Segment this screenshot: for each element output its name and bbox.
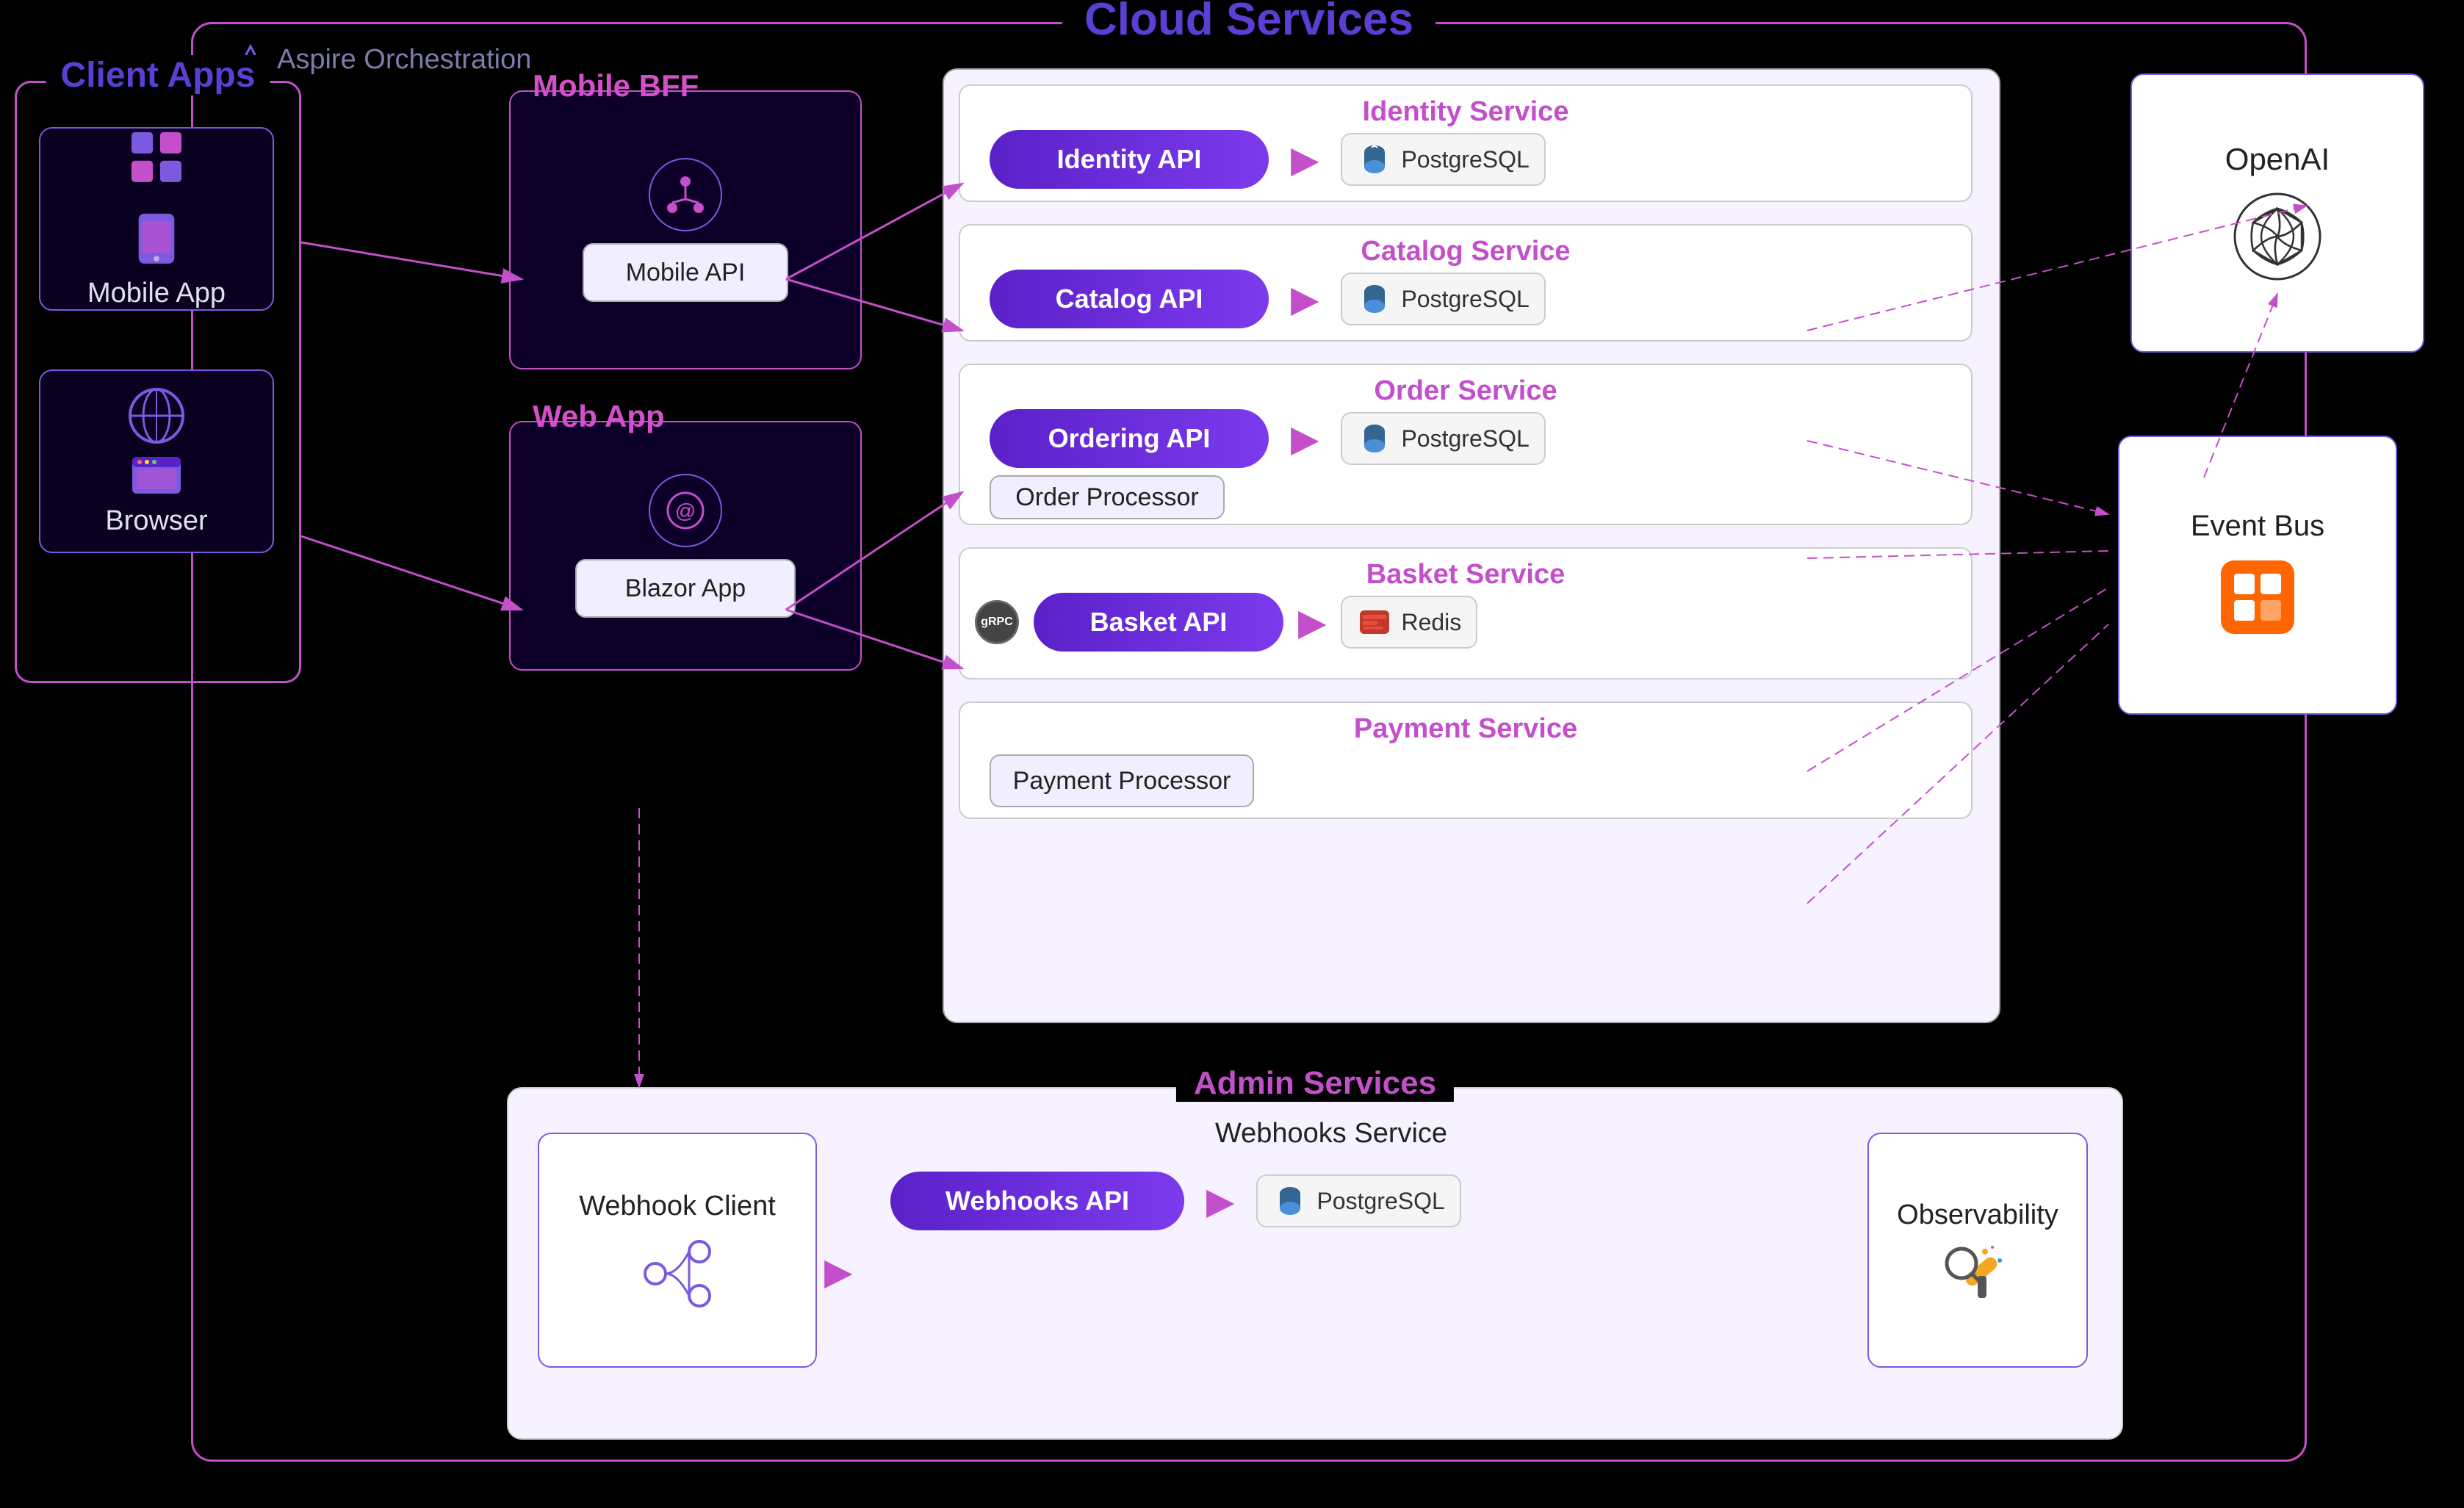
admin-services-title: Admin Services	[1176, 1065, 1454, 1102]
order-processor-box: Order Processor	[990, 475, 1225, 519]
browser-window-icon	[131, 455, 182, 495]
services-panel: Identity Service Identity API ▶ Postgr	[943, 68, 2000, 1023]
postgresql-icon	[1357, 142, 1392, 177]
identity-service-group: Identity Service Identity API ▶ Postgr	[959, 84, 1973, 202]
ordering-api-pill: Ordering API	[990, 409, 1269, 468]
webhooks-pg-badge: PostgreSQL	[1256, 1175, 1460, 1227]
rabbitmq-icon	[2213, 553, 2302, 641]
redis-icon	[1357, 605, 1392, 640]
browser-card: Browser	[39, 369, 274, 553]
web-app-title: Web App	[533, 399, 665, 434]
mobile-bff-box: Mobile BFF Mobile API	[509, 90, 862, 369]
client-apps-box: Client Apps Mobile App	[15, 81, 301, 683]
catalog-service-title: Catalog Service	[960, 226, 1971, 267]
observability-label: Observability	[1897, 1199, 2058, 1231]
arrow-order: ▶	[1291, 417, 1319, 460]
event-bus-label: Event Bus	[2191, 510, 2324, 543]
identity-api-pill: Identity API	[990, 130, 1269, 189]
admin-services-box: Admin Services Webhook Client ▶ Webhooks…	[507, 1087, 2123, 1440]
webhook-client-box: Webhook Client	[538, 1133, 817, 1368]
phone-icon	[134, 210, 179, 267]
postgresql-icon-webhooks	[1272, 1183, 1308, 1219]
payment-processor-box: Payment Processor	[990, 754, 1254, 807]
webhooks-service-title: Webhooks Service	[890, 1118, 1772, 1150]
openai-icon	[2230, 189, 2325, 284]
identity-service-title: Identity Service	[960, 86, 1971, 128]
blazor-app-label: Blazor App	[625, 574, 746, 603]
arrow-catalog: ▶	[1291, 278, 1319, 320]
mobile-app-label: Mobile App	[87, 278, 226, 309]
webhooks-service-area: Webhooks Service Webhooks API ▶ PostgreS…	[890, 1118, 1772, 1404]
mobile-bff-title: Mobile BFF	[533, 68, 699, 104]
order-pg-badge: PostgreSQL	[1341, 412, 1545, 465]
web-app-box: Web App @ Blazor App	[509, 421, 862, 671]
svg-text:@: @	[675, 499, 696, 522]
payment-service-title: Payment Service	[960, 703, 1971, 745]
event-bus-box: Event Bus	[2118, 436, 2397, 715]
basket-api-pill: Basket API	[1034, 593, 1283, 652]
observability-box: Observability	[1867, 1133, 2088, 1368]
mobile-api-label: Mobile API	[626, 259, 746, 287]
redis-badge: Redis	[1341, 596, 1477, 649]
web-app-icon: @	[649, 474, 722, 547]
mobile-app-card: Mobile App	[39, 127, 274, 311]
cloud-services-title: Cloud Services	[1062, 0, 1435, 46]
grpc-badge: gRPC	[975, 600, 1019, 644]
webhook-icon	[641, 1237, 714, 1310]
browser-label: Browser	[105, 505, 207, 537]
postgresql-icon-order	[1357, 421, 1392, 456]
catalog-api-pill: Catalog API	[990, 270, 1269, 328]
client-apps-title: Client Apps	[46, 55, 270, 95]
mobile-app-icon	[127, 129, 186, 200]
payment-service-group: Payment Service Payment Processor	[959, 701, 1973, 819]
arrow-basket: ▶	[1298, 601, 1326, 643]
arrow-webhooks-db: ▶	[1206, 1180, 1234, 1222]
arrow-identity: ▶	[1291, 138, 1319, 181]
postgresql-icon-catalog	[1357, 281, 1392, 317]
webhooks-api-pill: Webhooks API	[890, 1172, 1184, 1230]
mobile-bff-icon	[649, 158, 722, 231]
diagram-root: Cloud Services Aspire Orchestration Mobi…	[0, 0, 2464, 1508]
openai-label: OpenAI	[2225, 142, 2330, 177]
observability-icon	[1941, 1243, 2014, 1302]
order-service-title: Order Service	[960, 365, 1971, 407]
order-service-group: Order Service Ordering API ▶ PostgreSQL	[959, 364, 1973, 525]
catalog-service-group: Catalog Service Catalog API ▶ PostgreSQL	[959, 224, 1973, 342]
arrow-webhook: ▶	[824, 1250, 852, 1293]
openai-box: OpenAI	[2130, 73, 2424, 353]
webhook-client-label: Webhook Client	[579, 1191, 776, 1222]
catalog-pg-badge: PostgreSQL	[1341, 273, 1545, 325]
aspire-text: Aspire Orchestration	[277, 44, 531, 76]
aspire-label: Aspire Orchestration	[234, 43, 531, 76]
identity-pg-badge: PostgreSQL	[1341, 133, 1545, 186]
basket-service-group: Basket Service gRPC Basket API ▶	[959, 547, 1973, 679]
blazor-app-box: Blazor App	[575, 559, 796, 618]
mobile-api-box: Mobile API	[583, 243, 788, 302]
globe-icon	[127, 386, 186, 445]
basket-service-title: Basket Service	[960, 549, 1971, 591]
